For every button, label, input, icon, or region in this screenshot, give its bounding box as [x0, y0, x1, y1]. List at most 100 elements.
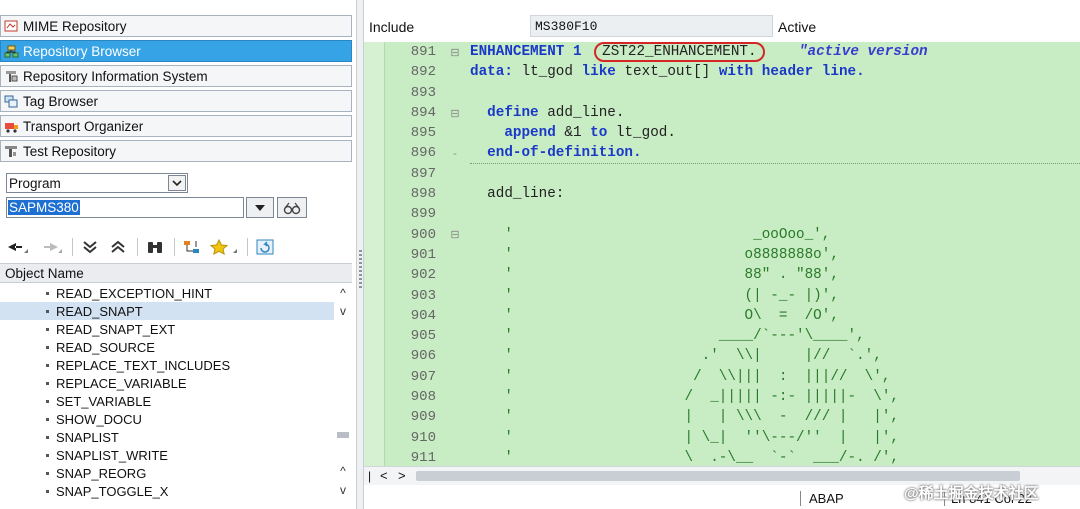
- nav-mime-repository[interactable]: MIME Repository: [0, 15, 352, 37]
- line-number: 893: [410, 84, 436, 101]
- nav-tag-browser[interactable]: Tag Browser: [0, 90, 352, 112]
- bullet-icon: [46, 345, 49, 349]
- bullet-icon: [46, 381, 49, 385]
- display-button[interactable]: [277, 197, 307, 218]
- code-line: add_line:: [470, 186, 565, 203]
- watermark: @稀土掘金技术社区: [904, 485, 1039, 502]
- fold-collapse-icon[interactable]: ⊟: [440, 42, 470, 62]
- line-number: 894: [410, 104, 436, 121]
- include-name-field[interactable]: MS380F10: [530, 15, 773, 37]
- nav-repository-information-system[interactable]: Repository Information System: [0, 65, 352, 87]
- line-number: 895: [410, 125, 436, 142]
- refresh-button[interactable]: [252, 236, 278, 258]
- chevron-left-icon[interactable]: <: [380, 468, 388, 483]
- include-bar: Include MS380F10 Active: [364, 14, 1080, 40]
- editor-gutter: [364, 42, 385, 466]
- chevron-up-icon[interactable]: ^: [336, 286, 350, 300]
- code-line: ' / \\||| : |||// \',: [470, 368, 891, 385]
- scroll-divider-icon: |: [368, 469, 372, 483]
- fold-collapse-icon[interactable]: ⊟: [440, 225, 470, 245]
- line-number: 908: [410, 389, 436, 406]
- list-item[interactable]: SNAP_REORG: [0, 464, 334, 482]
- object-name-dropdown-button[interactable]: [246, 197, 274, 218]
- code-line: ' / _||||| -:- |||||- \',: [470, 389, 899, 406]
- list-item[interactable]: READ_EXCEPTION_HINT: [0, 284, 334, 302]
- panel-splitter[interactable]: [356, 0, 364, 509]
- nav-test-repository[interactable]: Test Repository: [0, 140, 352, 162]
- highlight-oval: ZST22_ENHANCEMENT.: [594, 42, 765, 62]
- object-list-scrollbar[interactable]: ^ v ^ v: [334, 284, 352, 502]
- code-lines: ENHANCEMENT 1 ZST22_ENHANCEMENT. "active…: [470, 42, 1080, 466]
- code-line: ' | \_| ''\---/'' | |',: [470, 429, 899, 446]
- hierarchy-button[interactable]: [179, 236, 205, 258]
- line-number: 896: [410, 145, 436, 162]
- code-line: ' \ .-\__ `-` ___/-. /',: [470, 449, 899, 466]
- chevron-right-icon[interactable]: >: [398, 468, 406, 483]
- scroll-thumb[interactable]: [416, 471, 1020, 481]
- object-list: READ_EXCEPTION_HINT READ_SNAPT READ_SNAP…: [0, 284, 334, 502]
- find-button[interactable]: [142, 236, 168, 258]
- collapse-all-button[interactable]: [105, 236, 131, 258]
- splitter-grip[interactable]: [359, 250, 362, 290]
- favorites-button[interactable]: [207, 236, 241, 258]
- line-number: 891: [410, 44, 436, 60]
- code-editor[interactable]: 891 892 893 894 895 896 897 898 899 900 …: [364, 42, 1080, 466]
- nav-repository-browser[interactable]: Repository Browser: [0, 40, 352, 62]
- left-panel: MIME Repository Repository Browser Repos…: [0, 0, 356, 509]
- scroll-thumb[interactable]: [337, 432, 349, 438]
- line-number: 903: [410, 287, 436, 304]
- arrow-left-icon: [8, 243, 28, 253]
- chevron-down-icon[interactable]: [168, 175, 186, 191]
- list-item[interactable]: SET_VARIABLE: [0, 392, 334, 410]
- list-item[interactable]: SNAP_TOGGLE_X: [0, 482, 334, 500]
- code-line: ' (| -_- |)',: [470, 287, 839, 304]
- list-item[interactable]: SHOW_DOCU: [0, 410, 334, 428]
- nav-transport-organizer[interactable]: Transport Organizer: [0, 115, 352, 137]
- bullet-icon: [46, 435, 49, 439]
- object-type-select[interactable]: Program: [6, 173, 188, 193]
- chevron-down-icon[interactable]: v: [336, 483, 350, 497]
- line-number: 901: [410, 246, 436, 263]
- list-item[interactable]: SNAPLIST: [0, 428, 334, 446]
- code-line: append &1 to lt_god.: [470, 125, 676, 142]
- line-number: 907: [410, 368, 436, 385]
- include-status: Active: [778, 19, 817, 35]
- chevron-down-icon[interactable]: v: [336, 304, 350, 318]
- code-line: ' | | \\\ - /// | |',: [470, 409, 899, 426]
- line-number: 899: [410, 206, 436, 223]
- list-item[interactable]: READ_SOURCE: [0, 338, 334, 356]
- code-line: end-of-definition.: [470, 143, 1080, 164]
- tag-browser-icon: [3, 94, 19, 108]
- list-item[interactable]: REPLACE_VARIABLE: [0, 374, 334, 392]
- line-number: 904: [410, 307, 436, 324]
- code-line: data: lt_god like text_out[] with header…: [470, 64, 865, 81]
- object-name-input[interactable]: SAPMS380: [6, 197, 244, 218]
- line-number: 909: [410, 409, 436, 426]
- line-number: 910: [410, 429, 436, 446]
- code-line: ' _ooOoo_',: [470, 226, 831, 243]
- line-number: 898: [410, 186, 436, 203]
- list-item[interactable]: SNAPLIST_WRITE: [0, 446, 334, 464]
- line-number: 911: [410, 449, 436, 466]
- line-number: 905: [410, 328, 436, 345]
- back-button[interactable]: [0, 236, 32, 258]
- list-item[interactable]: REPLACE_TEXT_INCLUDES: [0, 356, 334, 374]
- bullet-icon: [46, 291, 49, 295]
- mime-repo-icon: [3, 19, 19, 33]
- bullet-icon: [46, 327, 49, 331]
- forward-button[interactable]: [34, 236, 66, 258]
- chevron-up-icon[interactable]: ^: [336, 464, 350, 478]
- fold-collapse-icon[interactable]: ⊟: [440, 103, 470, 123]
- object-name-column-header: Object Name: [0, 263, 352, 283]
- bullet-icon: [46, 489, 49, 493]
- transport-icon: [3, 119, 19, 133]
- code-line: ' o8888888o',: [470, 246, 839, 263]
- list-item-selected[interactable]: READ_SNAPT: [0, 302, 334, 320]
- chevron-double-down-icon: [83, 241, 97, 254]
- repo-browser-icon: [3, 44, 19, 58]
- list-item[interactable]: READ_SNAPT_EXT: [0, 320, 334, 338]
- expand-all-button[interactable]: [77, 236, 103, 258]
